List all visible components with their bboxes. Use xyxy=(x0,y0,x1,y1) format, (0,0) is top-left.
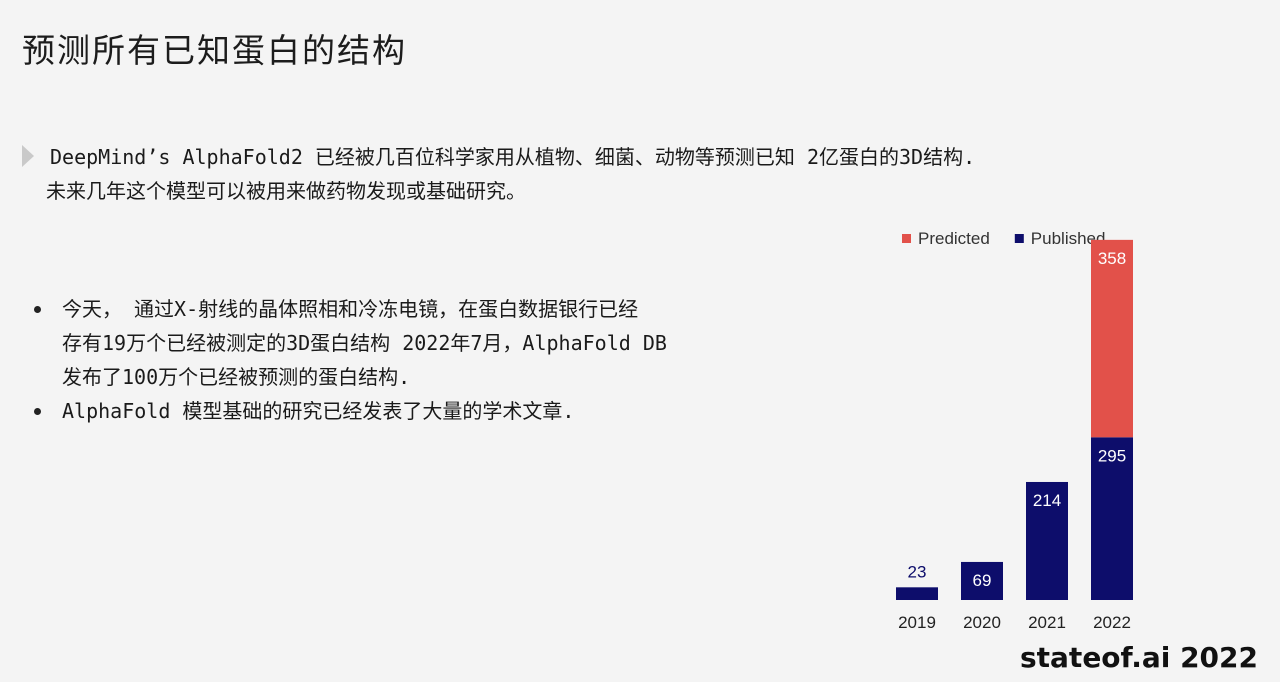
bullet-dot-icon xyxy=(34,408,41,415)
x-tick-label-2020: 2020 xyxy=(963,613,1001,632)
page-title: 预测所有已知蛋白的结构 xyxy=(22,31,407,70)
intro-line-1: DeepMind’s AlphaFold2 已经被几百位科学家用从植物、细菌、动… xyxy=(50,145,976,169)
intro-paragraph: DeepMind’s AlphaFold2 已经被几百位科学家用从植物、细菌、动… xyxy=(22,140,1262,208)
data-label-published-2019: 23 xyxy=(908,562,927,581)
list-item: 今天， 通过X-射线的晶体照相和冷冻电镜，在蛋白数据银行已经 存有19万个已经被… xyxy=(34,292,854,394)
x-tick-label-2021: 2021 xyxy=(1028,613,1066,632)
data-label-predicted-2022: 358 xyxy=(1098,249,1126,268)
data-label-published-2022: 295 xyxy=(1098,446,1126,465)
legend-swatch-predicted xyxy=(902,234,911,243)
data-label-published-2020: 69 xyxy=(973,571,992,590)
bullet-1-line-1: 今天， 通过X-射线的晶体照相和冷冻电镜，在蛋白数据银行已经 xyxy=(62,297,639,321)
x-tick-label-2022: 2022 xyxy=(1093,613,1131,632)
triangle-bullet-icon xyxy=(22,145,34,167)
bullet-list: 今天， 通过X-射线的晶体照相和冷冻电镜，在蛋白数据银行已经 存有19万个已经被… xyxy=(34,292,854,428)
legend-label-predicted: Predicted xyxy=(918,229,990,248)
bullet-dot-icon xyxy=(34,306,41,313)
bullet-1-line-3: 发布了100万个已经被预测的蛋白结构. xyxy=(62,365,411,389)
source-footer: stateof.ai 2022 xyxy=(1019,641,1258,674)
bar-published-2019 xyxy=(896,587,938,600)
data-label-published-2021: 214 xyxy=(1033,491,1061,510)
list-item: AlphaFold 模型基础的研究已经发表了大量的学术文章. xyxy=(34,394,854,428)
stacked-bar-chart: Predicted Published2320196920202142021295… xyxy=(896,229,1133,632)
bullet-2-line-1: AlphaFold 模型基础的研究已经发表了大量的学术文章. xyxy=(62,399,575,423)
legend-swatch-published xyxy=(1014,234,1024,243)
x-tick-label-2019: 2019 xyxy=(898,613,936,632)
intro-line-2: 未来几年这个模型可以被用来做药物发现或基础研究。 xyxy=(46,179,526,203)
bar-predicted-2022 xyxy=(1091,239,1133,438)
bullet-1-line-2: 存有19万个已经被测定的3D蛋白结构 2022年7月，AlphaFold DB xyxy=(62,331,667,355)
